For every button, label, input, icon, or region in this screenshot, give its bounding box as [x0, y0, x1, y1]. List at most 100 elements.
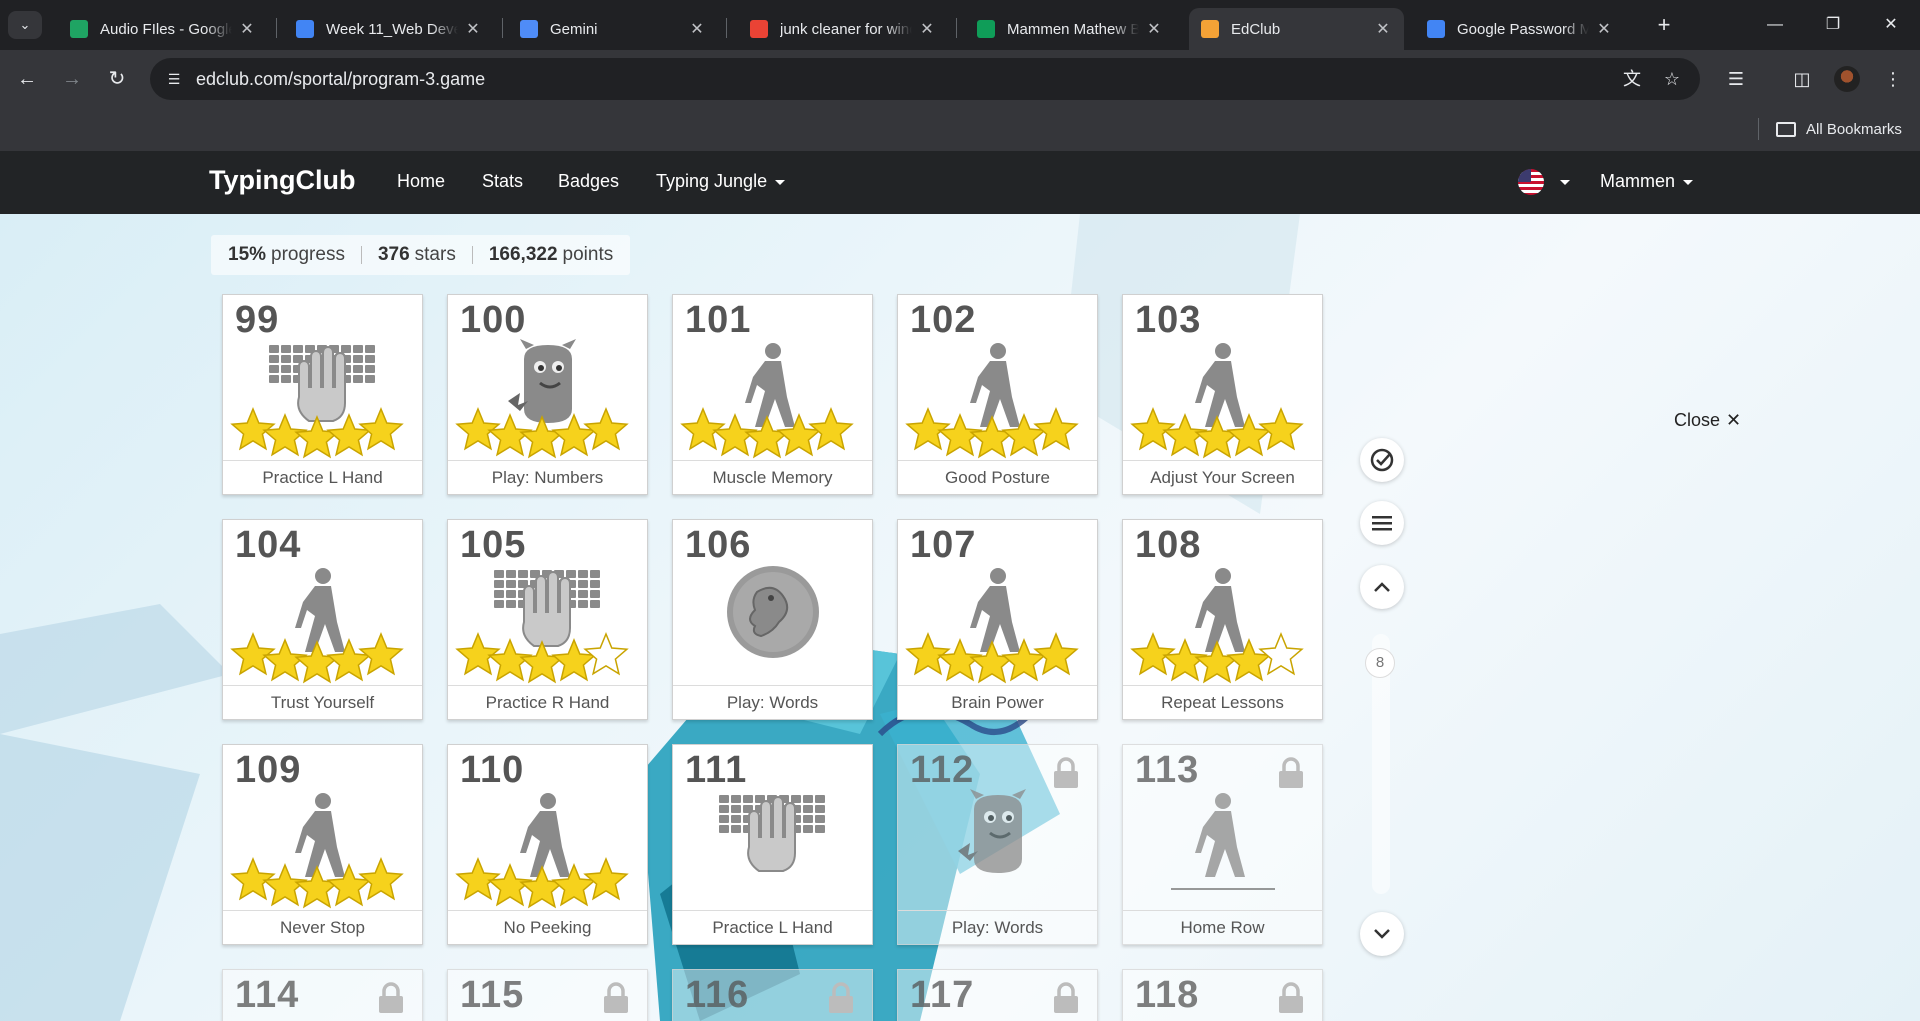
tab-close-icon[interactable]: ✕: [464, 19, 482, 39]
star-filled-icon: [1194, 640, 1240, 684]
star-filled-icon: [905, 407, 951, 451]
lesson-card[interactable]: 118: [1122, 969, 1323, 1021]
star-filled-icon: [808, 407, 854, 451]
walking-man-icon: [680, 343, 854, 459]
reload-button[interactable]: ↻: [100, 62, 134, 96]
lesson-number: 102: [910, 299, 977, 341]
translate-icon[interactable]: 文: [1620, 67, 1644, 91]
lesson-card[interactable]: 102 Good Posture: [897, 294, 1098, 495]
browser-tab[interactable]: Week 11_Web Develo ✕: [284, 8, 494, 50]
lesson-card[interactable]: 106 Play: Words: [672, 519, 873, 720]
brand-logo[interactable]: TypingClub: [209, 165, 355, 196]
us-flag-icon[interactable]: [1518, 169, 1544, 195]
menu-button[interactable]: [1360, 501, 1404, 545]
star-filled-icon: [294, 640, 340, 684]
monster-game-icon: [958, 789, 1026, 873]
star-filled-icon: [583, 857, 629, 901]
nav-home[interactable]: Home: [397, 171, 445, 192]
window-close-icon[interactable]: ✕: [1871, 10, 1911, 40]
chevron-down-icon[interactable]: [1560, 180, 1570, 185]
minimize-icon[interactable]: —: [1755, 10, 1795, 40]
extensions-icon[interactable]: ☰: [1720, 63, 1752, 95]
site-info-icon[interactable]: ☰: [164, 69, 184, 89]
close-button[interactable]: Close ✕: [1674, 410, 1741, 431]
address-bar[interactable]: ☰ edclub.com/sportal/program-3.game 文 ☆: [150, 58, 1700, 100]
browser-tab[interactable]: Gemini ✕: [508, 8, 718, 50]
lesson-number: 108: [1135, 524, 1202, 566]
browser-tab[interactable]: junk cleaner for wind ✕: [738, 8, 948, 50]
lesson-card[interactable]: 100 Play: Numbers: [447, 294, 648, 495]
lesson-card[interactable]: 111 Practice L Hand: [672, 744, 873, 945]
browser-toolbar: ← → ↻ ☰ edclub.com/sportal/program-3.gam…: [0, 50, 1920, 108]
new-tab-button[interactable]: +: [1650, 12, 1678, 40]
bookmarks-divider: [1758, 118, 1759, 140]
scroll-up-button[interactable]: [1360, 565, 1404, 609]
tab-close-icon[interactable]: ✕: [1374, 19, 1392, 39]
lesson-card[interactable]: 105 Practice R Hand: [447, 519, 648, 720]
lesson-title: Practice L Hand: [223, 460, 422, 495]
lesson-card[interactable]: 112 Play: Words: [897, 744, 1098, 945]
nav-typing-jungle-label: Typing Jungle: [656, 171, 768, 191]
back-button[interactable]: ←: [10, 62, 44, 96]
lesson-number: 112: [910, 749, 975, 791]
star-filled-icon: [455, 857, 501, 901]
restore-icon[interactable]: ❐: [1813, 10, 1853, 40]
nav-badges[interactable]: Badges: [558, 171, 619, 192]
tab-search-button[interactable]: ⌄: [8, 11, 42, 39]
chrome-menu-icon[interactable]: ⋮: [1877, 63, 1909, 95]
lesson-number: 115: [460, 974, 525, 1016]
bookmark-star-icon[interactable]: ☆: [1660, 67, 1684, 91]
forward-button[interactable]: →: [55, 62, 89, 96]
all-bookmarks-button[interactable]: All Bookmarks: [1776, 116, 1902, 142]
star-filled-icon: [519, 640, 565, 684]
lesson-number: 101: [685, 299, 752, 341]
tab-title: Audio FIles - Google: [100, 20, 232, 38]
user-menu[interactable]: Mammen: [1600, 171, 1694, 192]
check-progress-button[interactable]: [1360, 438, 1404, 482]
tab-close-icon[interactable]: ✕: [918, 19, 936, 39]
walking-man-icon: [230, 568, 404, 684]
lesson-card[interactable]: 108 Repeat Lessons: [1122, 519, 1323, 720]
star-filled-icon: [969, 415, 1015, 459]
lock-icon: [379, 982, 403, 1013]
url-text: edclub.com/sportal/program-3.game: [196, 69, 486, 89]
gemini-icon: [520, 20, 538, 38]
browser-tab[interactable]: Audio FIles - Google ✕: [58, 8, 268, 50]
tab-close-icon[interactable]: ✕: [1595, 19, 1613, 39]
lesson-card[interactable]: 104 Trust Yourself: [222, 519, 423, 720]
page-indicator[interactable]: 8: [1365, 648, 1395, 678]
star-filled-icon: [358, 857, 404, 901]
lesson-card[interactable]: 99 Practice L Hand: [222, 294, 423, 495]
browser-tab[interactable]: EdClub ✕: [1189, 8, 1404, 50]
lesson-card[interactable]: 103 Adjust Your Screen: [1122, 294, 1323, 495]
lesson-card[interactable]: 116: [672, 969, 873, 1021]
bookmarks-bar: All Bookmarks: [0, 108, 1920, 151]
nav-stats[interactable]: Stats: [482, 171, 523, 192]
lesson-card[interactable]: 110 No Peeking: [447, 744, 648, 945]
lesson-title: Play: Words: [673, 685, 872, 720]
tab-close-icon[interactable]: ✕: [238, 19, 256, 39]
tab-close-icon[interactable]: ✕: [688, 19, 706, 39]
lock-icon: [604, 982, 628, 1013]
lesson-card[interactable]: 109 Never Stop: [222, 744, 423, 945]
profile-avatar[interactable]: [1834, 66, 1860, 92]
user-name: Mammen: [1600, 171, 1676, 191]
side-panel-icon[interactable]: ◫: [1786, 63, 1818, 95]
browser-tab[interactable]: Mammen Mathew BC ✕: [965, 8, 1175, 50]
lesson-card[interactable]: 117: [897, 969, 1098, 1021]
lesson-card[interactable]: 101 Muscle Memory: [672, 294, 873, 495]
tab-divider: [956, 18, 957, 38]
lock-icon: [1279, 982, 1303, 1013]
star-filled-icon: [455, 632, 501, 676]
lesson-card[interactable]: 113 Home Row: [1122, 744, 1323, 945]
nav-typing-jungle[interactable]: Typing Jungle: [656, 171, 786, 192]
lesson-title: Never Stop: [223, 910, 422, 945]
hand-on-keyboard-icon: [719, 795, 825, 872]
progress-summary: 15% progress 376 stars 166,322 points: [211, 235, 631, 275]
tab-close-icon[interactable]: ✕: [1145, 19, 1163, 39]
lesson-card[interactable]: 107 Brain Power: [897, 519, 1098, 720]
lesson-card[interactable]: 115: [447, 969, 648, 1021]
browser-tab[interactable]: Google Password Ma ✕: [1415, 8, 1625, 50]
lesson-card[interactable]: 114: [222, 969, 423, 1021]
scroll-down-button[interactable]: [1360, 912, 1404, 956]
